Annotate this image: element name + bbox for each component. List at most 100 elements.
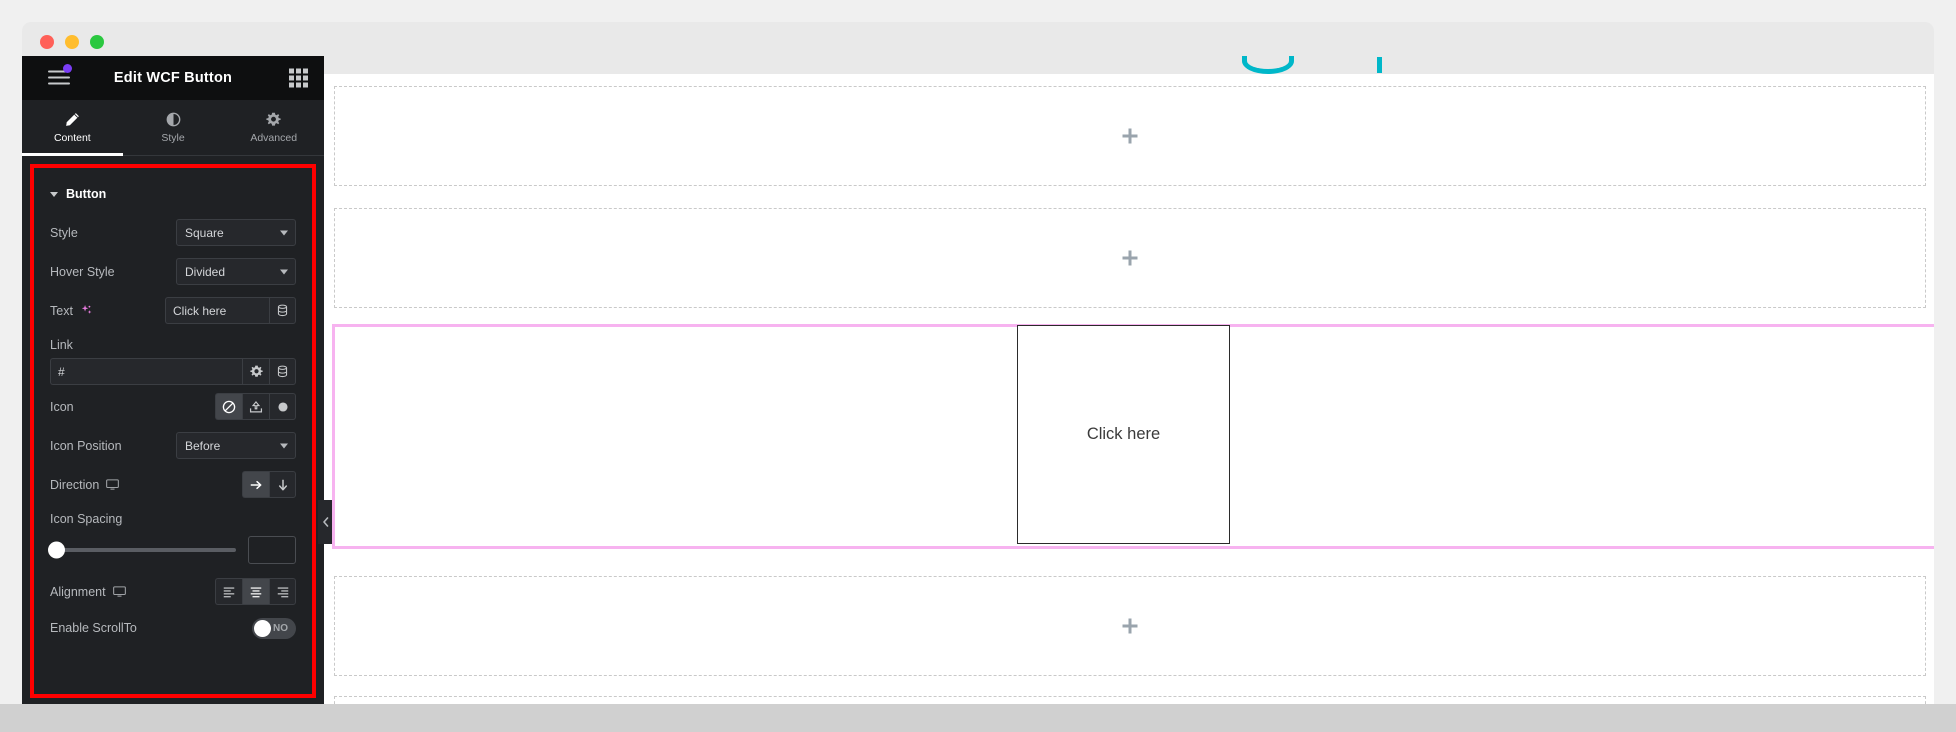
window-minimize-button[interactable] — [65, 35, 79, 49]
tab-style[interactable]: Style — [123, 100, 224, 155]
window-close-button[interactable] — [40, 35, 54, 49]
icon-choice-none[interactable] — [215, 393, 242, 420]
icon-library-circle-icon — [277, 401, 288, 412]
plus-icon[interactable] — [1122, 618, 1138, 634]
button-section-highlight: Button Style Square Hover Style Divided — [30, 164, 316, 698]
text-input[interactable] — [165, 297, 269, 324]
control-direction: Direction — [34, 465, 312, 504]
gear-icon — [249, 365, 263, 377]
partial-teal-widget-bar — [1377, 57, 1382, 73]
link-options-button[interactable] — [242, 358, 269, 385]
control-text: Text — [34, 291, 312, 330]
control-icon-position: Icon Position Before — [34, 426, 312, 465]
empty-section-1[interactable] — [334, 86, 1926, 186]
style-select[interactable]: Square — [176, 219, 296, 246]
panel-tabs: Content Style Advanced — [22, 100, 324, 156]
desktop-icon[interactable] — [106, 479, 120, 490]
align-center-button[interactable] — [242, 578, 269, 605]
chevron-left-icon — [322, 517, 328, 527]
control-enable-scrollto: Enable ScrollTo NO — [34, 611, 312, 645]
text-field-group — [165, 297, 296, 324]
contrast-icon — [166, 112, 180, 126]
enable-scrollto-toggle-value: NO — [273, 622, 288, 634]
alignment-choice-group — [215, 578, 296, 605]
hover-style-select-value: Divided — [185, 264, 226, 279]
control-direction-label-text: Direction — [50, 477, 100, 492]
panel-collapse-handle[interactable] — [318, 500, 332, 544]
chevron-down-icon — [280, 443, 288, 448]
enable-scrollto-toggle[interactable]: NO — [252, 617, 296, 639]
slider-track — [50, 548, 236, 552]
icon-choice-library[interactable] — [269, 393, 296, 420]
editor-canvas[interactable]: Click here — [324, 56, 1934, 704]
widgets-grid-icon[interactable] — [289, 68, 308, 88]
button-section-title: Button — [66, 187, 107, 201]
app-root: Click here Edit WCF Button Content Style… — [0, 0, 1956, 732]
tab-content[interactable]: Content — [22, 100, 123, 156]
editor-panel: Edit WCF Button Content Style Advanced B… — [22, 56, 324, 704]
control-icon-spacing-label: Icon Spacing — [50, 512, 123, 526]
control-enable-scrollto-label: Enable ScrollTo — [50, 621, 137, 635]
icon-spacing-input[interactable] — [248, 536, 296, 564]
icon-position-select-value: Before — [185, 438, 221, 453]
button-section-header[interactable]: Button — [34, 178, 312, 213]
empty-section-5[interactable] — [334, 696, 1926, 704]
plus-icon[interactable] — [1122, 128, 1138, 144]
control-text-label-text: Text — [50, 303, 73, 318]
desktop-icon[interactable] — [112, 586, 126, 597]
dynamic-tags-icon — [277, 365, 288, 378]
notification-dot-icon — [63, 64, 72, 73]
link-dynamic-tags-button[interactable] — [269, 358, 296, 385]
control-icon: Icon — [34, 387, 312, 426]
align-left-button[interactable] — [215, 578, 242, 605]
align-right-button[interactable] — [269, 578, 296, 605]
chevron-down-icon — [280, 269, 288, 274]
direction-choice-group — [242, 471, 296, 498]
align-right-icon — [277, 586, 288, 597]
icon-position-select[interactable]: Before — [176, 432, 296, 459]
upload-svg-icon — [249, 400, 263, 413]
empty-section-4[interactable] — [334, 576, 1926, 676]
direction-column[interactable] — [269, 471, 296, 498]
chevron-down-icon — [280, 230, 288, 235]
icon-choice-upload-svg[interactable] — [242, 393, 269, 420]
plus-icon[interactable] — [1122, 250, 1138, 266]
control-text-label: Text — [50, 304, 93, 318]
canvas-top-strip — [324, 56, 1934, 74]
empty-section-2[interactable] — [334, 208, 1926, 308]
control-hover-style-label: Hover Style — [50, 264, 115, 279]
link-field-group — [50, 358, 296, 385]
control-icon-spacing: Icon Spacing — [34, 504, 312, 534]
tab-advanced[interactable]: Advanced — [223, 100, 324, 155]
control-link-label: Link — [50, 338, 73, 352]
control-alignment-label: Alignment — [50, 585, 126, 599]
control-link: Link — [34, 330, 312, 387]
ai-sparkle-icon[interactable] — [80, 304, 93, 317]
direction-row[interactable] — [242, 471, 269, 498]
icon-spacing-slider[interactable] — [48, 540, 236, 560]
panel-body: Button Style Square Hover Style Divided — [22, 156, 324, 704]
panel-header: Edit WCF Button — [22, 56, 324, 100]
control-style: Style Square — [34, 213, 312, 252]
dynamic-tags-icon-button[interactable] — [269, 297, 296, 324]
tab-content-label: Content — [53, 131, 91, 144]
style-select-value: Square — [185, 225, 224, 240]
window-maximize-button[interactable] — [90, 35, 104, 49]
icon-choice-group — [215, 393, 296, 420]
control-style-label: Style — [50, 225, 78, 240]
wcf-button-widget[interactable]: Click here — [1017, 325, 1230, 544]
gear-icon — [266, 112, 281, 126]
control-alignment: Alignment — [34, 572, 312, 611]
pencil-icon — [65, 112, 79, 126]
arrow-down-icon — [278, 479, 287, 490]
selected-section[interactable]: Click here — [332, 324, 1934, 549]
align-left-icon — [223, 586, 235, 597]
link-input[interactable] — [50, 358, 242, 385]
tab-style-label: Style — [161, 131, 185, 144]
hover-style-select[interactable]: Divided — [176, 258, 296, 285]
align-center-icon — [250, 586, 262, 597]
wcf-button-label: Click here — [1086, 425, 1161, 443]
bottom-strip — [0, 704, 1956, 732]
dynamic-tags-icon — [277, 304, 288, 317]
slider-thumb[interactable] — [48, 541, 65, 559]
